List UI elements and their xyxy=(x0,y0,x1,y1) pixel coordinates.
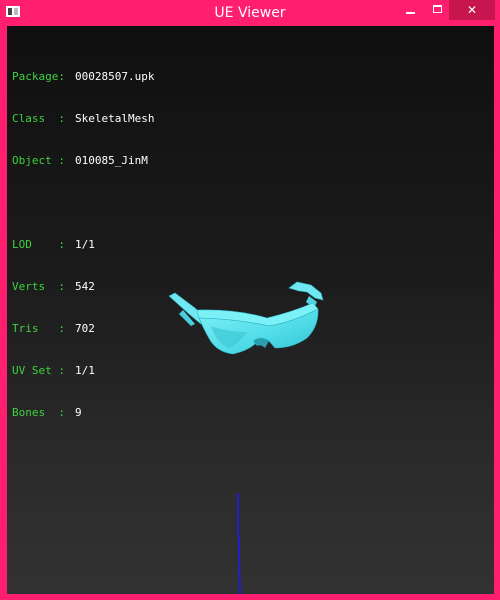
minimize-icon xyxy=(406,12,415,14)
maximize-icon xyxy=(433,5,442,13)
minimize-button[interactable] xyxy=(396,0,424,20)
close-button[interactable]: ✕ xyxy=(449,0,495,20)
title-bar[interactable]: UE Viewer ✕ xyxy=(0,0,500,26)
3d-viewport[interactable]: Package: 00028507.upk Class : SkeletalMesh… xyxy=(7,26,494,594)
app-window: UE Viewer ✕ Package: 00028507.upk Class :… xyxy=(0,0,500,600)
sunglasses-mesh-icon xyxy=(168,281,324,594)
maximize-button[interactable] xyxy=(424,0,452,20)
close-icon: ✕ xyxy=(466,3,478,17)
